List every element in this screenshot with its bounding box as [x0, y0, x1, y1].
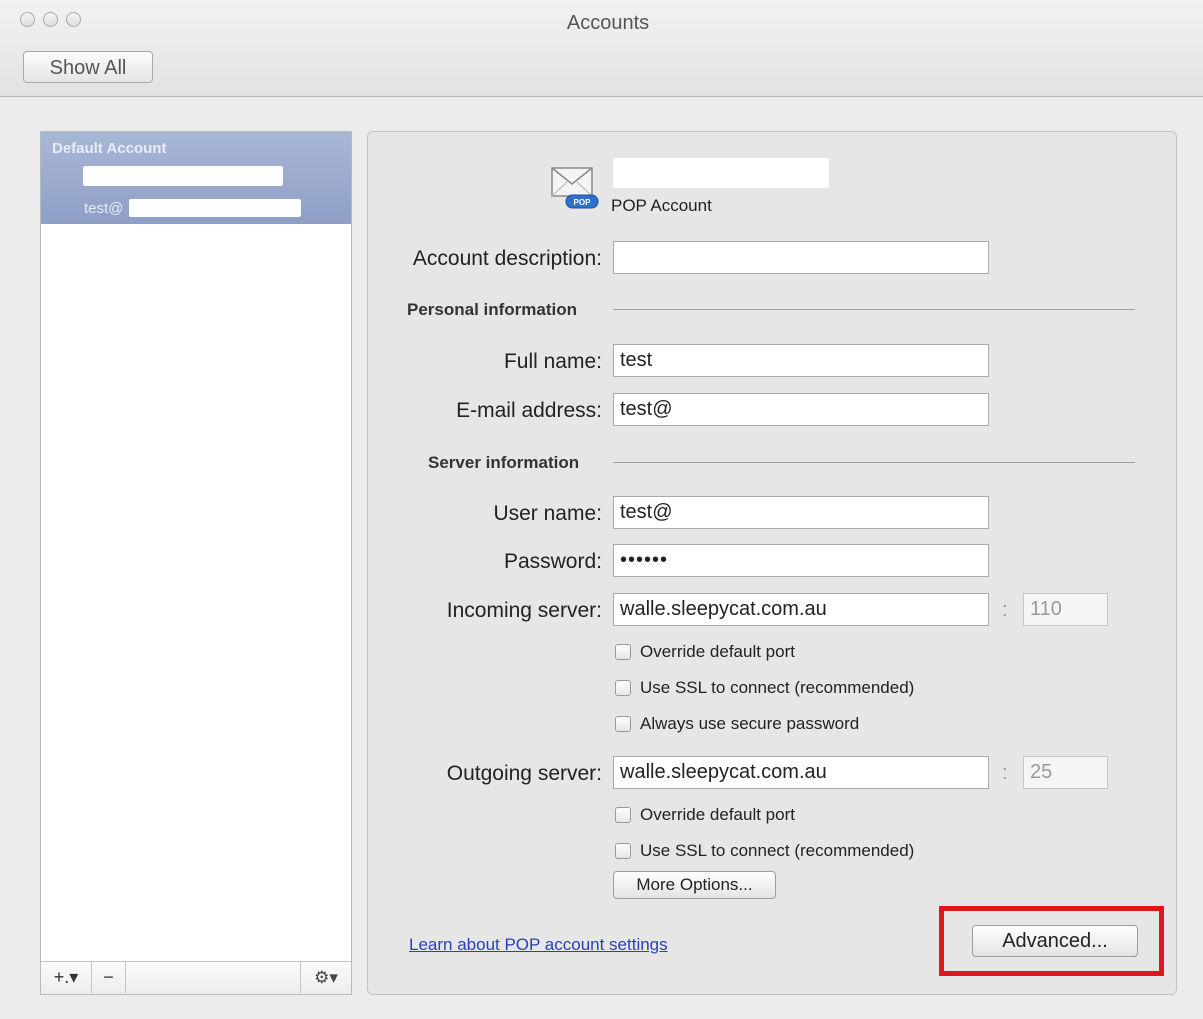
checkbox-label: Use SSL to connect (recommended) [640, 678, 915, 697]
checkbox-box[interactable] [615, 680, 631, 696]
email-address-label: E-mail address: [456, 399, 602, 422]
incoming-port-field[interactable] [1023, 593, 1108, 626]
user-name-label: User name: [493, 502, 602, 525]
password-field[interactable] [613, 544, 989, 577]
section-divider [613, 462, 1135, 463]
full-name-label: Full name: [503, 350, 602, 373]
account-description-label: Account description: [412, 247, 602, 270]
svg-text:POP: POP [574, 198, 592, 207]
incoming-server-label: Incoming server: [446, 599, 602, 622]
outgoing-port-field[interactable] [1023, 756, 1108, 789]
checkbox-label: Override default port [640, 642, 795, 661]
incoming-ssl-checkbox[interactable]: Use SSL to connect (recommended) [615, 678, 914, 698]
highlight-annotation [939, 906, 1164, 976]
secure-password-checkbox[interactable]: Always use secure password [615, 714, 859, 734]
checkbox-label: Always use secure password [640, 714, 860, 733]
account-description-field[interactable] [613, 241, 989, 274]
outgoing-server-label: Outgoing server: [446, 762, 602, 785]
window-toolbar: Accounts Show All [0, 0, 1203, 97]
checkbox-box[interactable] [615, 807, 631, 823]
password-label: Password: [503, 550, 602, 573]
account-list-toolbar: +.▾ − ⚙▾ [41, 961, 351, 994]
redacted-account-email [129, 199, 301, 217]
account-email-prefix: test@ [84, 200, 124, 217]
outgoing-ssl-checkbox[interactable]: Use SSL to connect (recommended) [615, 841, 914, 861]
checkbox-box[interactable] [615, 716, 631, 732]
checkbox-box[interactable] [615, 843, 631, 859]
window-title: Accounts [566, 12, 650, 34]
personal-information-heading: Personal information [407, 300, 578, 319]
redacted-account-name [83, 166, 283, 186]
show-all-button[interactable]: Show All [23, 51, 153, 83]
checkbox-box[interactable] [615, 644, 631, 660]
user-name-field[interactable] [613, 496, 989, 529]
learn-pop-settings-link[interactable]: Learn about POP account settings [409, 935, 668, 955]
outgoing-server-field[interactable] [613, 756, 989, 789]
pop-account-icon: POP [551, 167, 599, 209]
account-group-header: Default Account [52, 140, 167, 157]
section-divider [613, 309, 1135, 310]
incoming-server-field[interactable] [613, 593, 989, 626]
more-options-button[interactable]: More Options... [613, 871, 776, 899]
account-list: Default Account test@ +.▾ − ⚙▾ [40, 131, 352, 995]
account-type-label: POP Account [611, 196, 712, 215]
redacted-account-title [613, 158, 829, 188]
port-separator: : [1002, 762, 1008, 784]
port-separator: : [1002, 599, 1008, 621]
outgoing-override-port-checkbox[interactable]: Override default port [615, 805, 795, 825]
checkbox-label: Override default port [640, 805, 795, 824]
account-list-item-default[interactable]: Default Account test@ [41, 132, 351, 224]
gear-icon[interactable]: ⚙▾ [300, 962, 351, 993]
email-address-field[interactable] [613, 393, 989, 426]
checkbox-label: Use SSL to connect (recommended) [640, 841, 915, 860]
remove-account-button[interactable]: − [92, 962, 126, 993]
server-information-heading: Server information [428, 453, 580, 472]
full-name-field[interactable] [613, 344, 989, 377]
incoming-override-port-checkbox[interactable]: Override default port [615, 642, 795, 662]
add-account-button[interactable]: +.▾ [41, 962, 92, 993]
